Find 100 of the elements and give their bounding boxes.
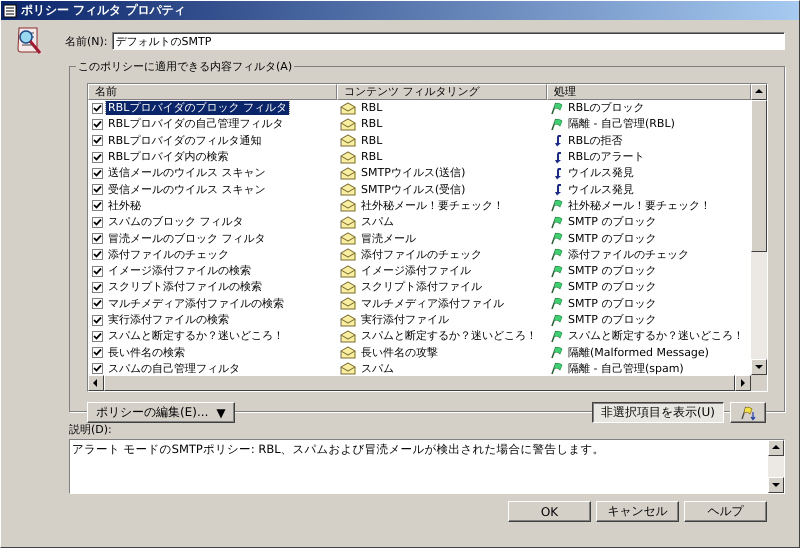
action-text: 社外秘メール！要チェック！ [567, 198, 712, 213]
flag-icon [550, 330, 563, 343]
envelope-icon [340, 248, 356, 262]
scroll-down-button[interactable] [768, 477, 784, 493]
checkbox[interactable] [92, 184, 103, 196]
content-filter: 社外秘メール！要チェック！ [360, 198, 505, 213]
checkbox[interactable] [92, 298, 103, 310]
action-text: 添付ファイルのチェック [567, 248, 690, 262]
filter-list[interactable] [87, 83, 768, 392]
filter-name[interactable]: マルチメディア添付ファイルの検索 [106, 296, 286, 311]
flag-arrow-icon [739, 404, 757, 420]
content-filter: RBL [360, 117, 384, 132]
name-field[interactable]: デフォルトのSMTP [112, 32, 785, 50]
window-title: ポリシー フィルタ プロパティ [21, 2, 186, 19]
flag-icon [550, 264, 563, 278]
content-filter: 添付ファイルのチェック [360, 248, 483, 262]
scrollbar-corner [751, 375, 767, 391]
content-filter: SMTPウイルス(送信) [360, 166, 466, 180]
show-unselected-button[interactable]: 非選択項目を表示(U) [592, 402, 724, 423]
filter-name[interactable]: RBLプロバイダ内の検索 [106, 150, 230, 164]
content-filter: マルチメディア添付ファイル [360, 296, 505, 311]
checkbox[interactable] [92, 233, 103, 244]
checkbox[interactable] [92, 152, 103, 163]
checkbox[interactable] [92, 249, 103, 260]
column-header[interactable]: 処理 [547, 84, 751, 100]
flag-icon [550, 248, 563, 262]
flag-icon [550, 314, 563, 326]
filter-name[interactable]: 送信メールのウイルス スキャン [106, 166, 268, 180]
checkbox[interactable] [92, 266, 103, 277]
envelope-icon [340, 346, 356, 360]
action-text: SMTP のブロック [567, 264, 658, 278]
checkbox[interactable] [92, 330, 103, 342]
envelope-icon [340, 150, 356, 164]
dialog-button[interactable]: キャンセル [596, 501, 679, 522]
filter-name[interactable]: 添付ファイルのチェック [106, 248, 231, 262]
checkbox[interactable] [92, 347, 103, 358]
name-label: 名前(N): [65, 34, 108, 48]
scrollbar-thumb[interactable] [751, 100, 767, 252]
scroll-left-button[interactable] [88, 375, 104, 391]
content-filter: 実行添付ファイル [360, 313, 450, 327]
action-text: SMTP のブロック [567, 280, 658, 294]
dialog-button[interactable]: OK [508, 501, 591, 522]
filter-name[interactable]: RBLプロバイダのフィルタ通知 [106, 134, 264, 148]
checkbox[interactable] [92, 135, 103, 146]
checkbox[interactable] [92, 216, 103, 228]
scroll-right-button[interactable] [735, 375, 751, 391]
scroll-down-button[interactable] [751, 359, 767, 375]
flag-icon [550, 297, 563, 310]
filter-name[interactable]: スパムと断定するか？迷いどころ！ [106, 329, 286, 344]
checkbox[interactable] [92, 102, 103, 114]
flag-icon [550, 232, 563, 246]
checkbox[interactable] [92, 282, 103, 293]
checkbox[interactable] [92, 118, 103, 130]
envelope-icon [340, 166, 356, 180]
filter-name[interactable]: スクリプト添付ファイルの検索 [106, 280, 264, 294]
action-text: 隔離 - 自己管理(spam) [567, 362, 685, 375]
filter-name[interactable]: イメージ添付ファイルの検索 [106, 264, 253, 278]
flag-sort-button[interactable] [730, 402, 766, 423]
scroll-up-button[interactable] [768, 440, 784, 456]
action-text: SMTP のブロック [567, 232, 658, 246]
dialog-button[interactable]: ヘルプ [684, 501, 767, 522]
edit-policy-button[interactable]: ポリシーの編集(E)... ▼ [87, 402, 235, 423]
flag-icon [550, 216, 563, 229]
checkbox[interactable] [92, 314, 103, 326]
filter-name[interactable]: 社外秘 [106, 198, 143, 213]
filter-name[interactable]: 冒涜メールのブロック フィルタ [106, 232, 268, 246]
envelope-icon [340, 232, 356, 246]
filter-name[interactable]: 長い件名の検索 [106, 346, 187, 360]
content-filter: RBL [360, 134, 384, 148]
envelope-icon [340, 102, 356, 115]
filter-name[interactable]: スパムの自己管理フィルタ [106, 362, 242, 375]
scroll-up-button[interactable] [751, 84, 767, 100]
description-field[interactable]: アラート モードのSMTPポリシー: RBL、スパムおよび冒涜メールが検出された場合に警告します。 [69, 439, 785, 494]
action-text: RBLのブロック [567, 101, 646, 116]
window-icon [3, 4, 17, 18]
envelope-icon [340, 199, 356, 212]
envelope-icon [340, 362, 356, 375]
triangle-icon [772, 444, 780, 452]
action-text: ウイルス発見 [567, 166, 635, 180]
filter-name[interactable]: 実行添付ファイルの検索 [106, 313, 231, 327]
filter-name[interactable]: RBLプロバイダの自己管理フィルタ [106, 117, 286, 132]
flag-icon [550, 346, 563, 360]
action-text: RBLの拒否 [567, 134, 624, 148]
checkbox[interactable] [92, 168, 103, 179]
envelope-icon [340, 216, 356, 229]
description-label: 説明(D): [69, 422, 113, 437]
scrollbar-track[interactable] [768, 440, 784, 493]
column-header[interactable]: コンテンツ フィルタリング [337, 84, 547, 100]
filter-name[interactable]: 受信メールのウイルス スキャン [106, 182, 268, 197]
triangle-icon [772, 481, 780, 489]
checkbox[interactable] [92, 363, 103, 374]
envelope-icon [340, 118, 356, 131]
checkbox[interactable] [92, 200, 103, 212]
filter-name[interactable]: RBLプロバイダのブロック フィルタ [106, 101, 289, 116]
action-text: SMTP のブロック [567, 215, 658, 230]
column-header[interactable]: 名前 [88, 84, 337, 100]
envelope-icon [340, 314, 356, 326]
content-filter: スパム [360, 215, 395, 230]
content-filter: 長い件名の攻撃 [360, 346, 439, 360]
filter-name[interactable]: スパムのブロック フィルタ [106, 215, 246, 230]
